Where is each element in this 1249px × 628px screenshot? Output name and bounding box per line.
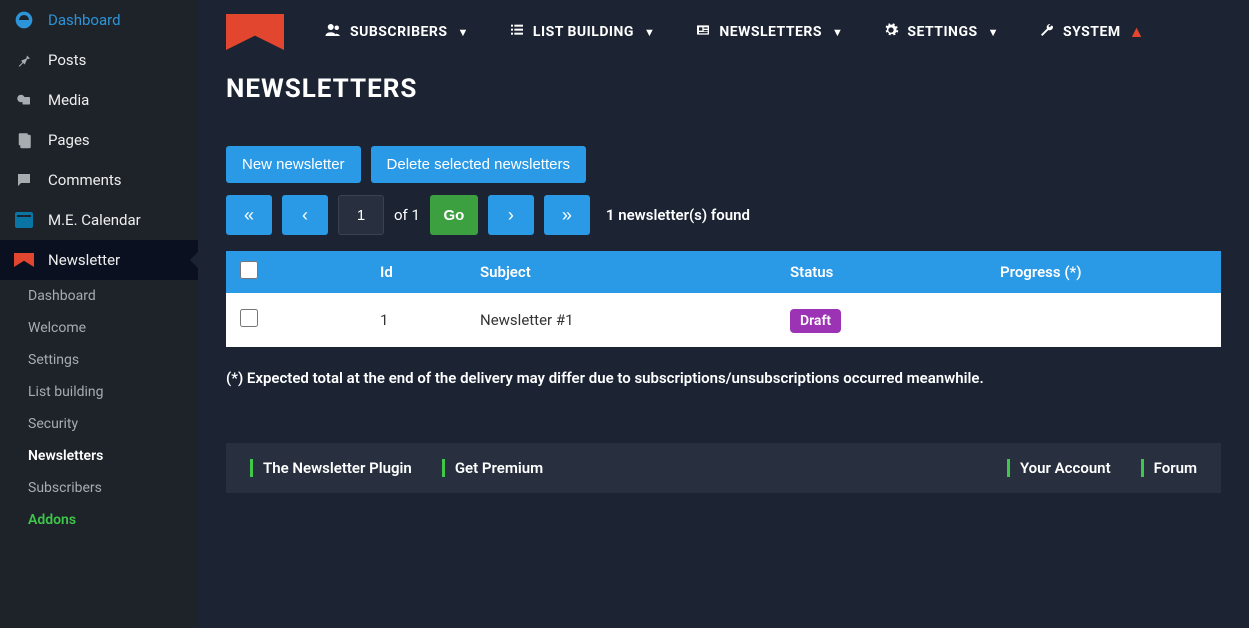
- pager-first-button[interactable]: «: [226, 195, 272, 235]
- status-badge: Draft: [790, 309, 841, 333]
- chevron-down-icon: ▼: [988, 26, 999, 39]
- pager-last-button[interactable]: »: [544, 195, 590, 235]
- sidebar-item-media[interactable]: Media: [0, 80, 198, 120]
- sidebar-submenu: Dashboard Welcome Settings List building…: [0, 280, 198, 536]
- main-content: SUBSCRIBERS ▼ LIST BUILDING ▼ NEWSLETTER…: [198, 0, 1249, 628]
- pager-of-text: of 1: [394, 206, 420, 224]
- comment-icon: [14, 170, 34, 190]
- footnote: (*) Expected total at the end of the del…: [226, 369, 1221, 387]
- footer-premium-link[interactable]: Get Premium: [442, 459, 543, 477]
- pager-current-input[interactable]: [338, 195, 384, 235]
- sidebar-item-posts[interactable]: Posts: [0, 40, 198, 80]
- plugin-footer: The Newsletter Plugin Get Premium Your A…: [226, 443, 1221, 493]
- media-icon: [14, 90, 34, 110]
- nav-system[interactable]: SYSTEM ▲: [1039, 22, 1145, 42]
- sidebar-item-comments[interactable]: Comments: [0, 160, 198, 200]
- sidebar-item-pages[interactable]: Pages: [0, 120, 198, 160]
- pager-go-button[interactable]: Go: [430, 195, 478, 235]
- wrench-icon: [1039, 22, 1055, 42]
- chevron-down-icon: ▼: [832, 26, 843, 39]
- delete-selected-button[interactable]: Delete selected newsletters: [371, 146, 586, 183]
- table-row: 1 Newsletter #1 Draft: [226, 293, 1221, 347]
- page-title: NEWSLETTERS: [226, 74, 1221, 104]
- users-icon: [324, 21, 342, 43]
- list-icon: [509, 22, 525, 42]
- wp-sidebar: Dashboard Posts Media Pages Comments: [0, 0, 198, 628]
- sidebar-label: Dashboard: [48, 11, 121, 29]
- sub-item-addons[interactable]: Addons: [14, 504, 198, 536]
- pin-icon: [14, 50, 34, 70]
- calendar-icon: [14, 210, 34, 230]
- sidebar-label: Newsletter: [48, 251, 120, 269]
- pager-prev-button[interactable]: ‹: [282, 195, 328, 235]
- sub-item-settings[interactable]: Settings: [14, 344, 198, 376]
- dashboard-icon: [14, 10, 34, 30]
- chevron-down-icon: ▼: [644, 26, 655, 39]
- sub-item-security[interactable]: Security: [14, 408, 198, 440]
- sidebar-label: M.E. Calendar: [48, 211, 141, 229]
- sub-item-welcome[interactable]: Welcome: [14, 312, 198, 344]
- sub-item-list-building[interactable]: List building: [14, 376, 198, 408]
- sidebar-item-newsletter[interactable]: Newsletter: [0, 240, 198, 280]
- newsletters-table: Id Subject Status Progress (*) 1 Newslet…: [226, 251, 1221, 347]
- sidebar-label: Media: [48, 91, 89, 109]
- gear-icon: [883, 22, 899, 42]
- th-subject: Subject: [466, 251, 776, 293]
- chevron-down-icon: ▼: [458, 26, 469, 39]
- nav-label: NEWSLETTERS: [719, 24, 822, 40]
- pager-next-button[interactable]: ›: [488, 195, 534, 235]
- nav-label: LIST BUILDING: [533, 24, 634, 40]
- action-buttons: New newsletter Delete selected newslette…: [226, 146, 1221, 183]
- sidebar-item-calendar[interactable]: M.E. Calendar: [0, 200, 198, 240]
- sub-item-subscribers[interactable]: Subscribers: [14, 472, 198, 504]
- nav-label: SETTINGS: [907, 24, 977, 40]
- newsletter-logo[interactable]: [226, 14, 284, 50]
- th-id: Id: [366, 251, 466, 293]
- sidebar-label: Pages: [48, 131, 90, 149]
- top-nav: SUBSCRIBERS ▼ LIST BUILDING ▼ NEWSLETTER…: [198, 0, 1249, 64]
- found-count: 1 newsletter(s) found: [606, 206, 750, 224]
- nav-label: SYSTEM: [1063, 24, 1121, 40]
- nav-list-building[interactable]: LIST BUILDING ▼: [509, 22, 655, 42]
- warning-icon: ▲: [1129, 22, 1145, 42]
- footer-forum-link[interactable]: Forum: [1141, 459, 1197, 477]
- pagination: « ‹ of 1 Go › » 1 newsletter(s) found: [226, 195, 1221, 235]
- pages-icon: [14, 130, 34, 150]
- th-progress: Progress (*): [986, 251, 1221, 293]
- page-content: NEWSLETTERS New newsletter Delete select…: [198, 64, 1249, 543]
- row-checkbox[interactable]: [240, 309, 258, 327]
- sidebar-label: Comments: [48, 171, 122, 189]
- sub-item-newsletters[interactable]: Newsletters: [14, 440, 198, 472]
- nav-newsletters[interactable]: NEWSLETTERS ▼: [695, 22, 843, 42]
- row-subject: Newsletter #1: [466, 293, 776, 347]
- select-all-checkbox[interactable]: [240, 261, 258, 279]
- sidebar-label: Posts: [48, 51, 86, 69]
- new-newsletter-button[interactable]: New newsletter: [226, 146, 361, 183]
- footer-plugin-link[interactable]: The Newsletter Plugin: [250, 459, 412, 477]
- nav-settings[interactable]: SETTINGS ▼: [883, 22, 999, 42]
- footer-account-link[interactable]: Your Account: [1007, 459, 1111, 477]
- th-status: Status: [776, 251, 986, 293]
- newsletter-icon: [14, 250, 34, 270]
- row-progress: [986, 293, 1221, 347]
- nav-label: SUBSCRIBERS: [350, 24, 448, 40]
- row-id: 1: [366, 293, 466, 347]
- sub-item-dashboard[interactable]: Dashboard: [14, 280, 198, 312]
- nav-subscribers[interactable]: SUBSCRIBERS ▼: [324, 21, 469, 43]
- sidebar-item-dashboard[interactable]: Dashboard: [0, 0, 198, 40]
- newspaper-icon: [695, 22, 711, 42]
